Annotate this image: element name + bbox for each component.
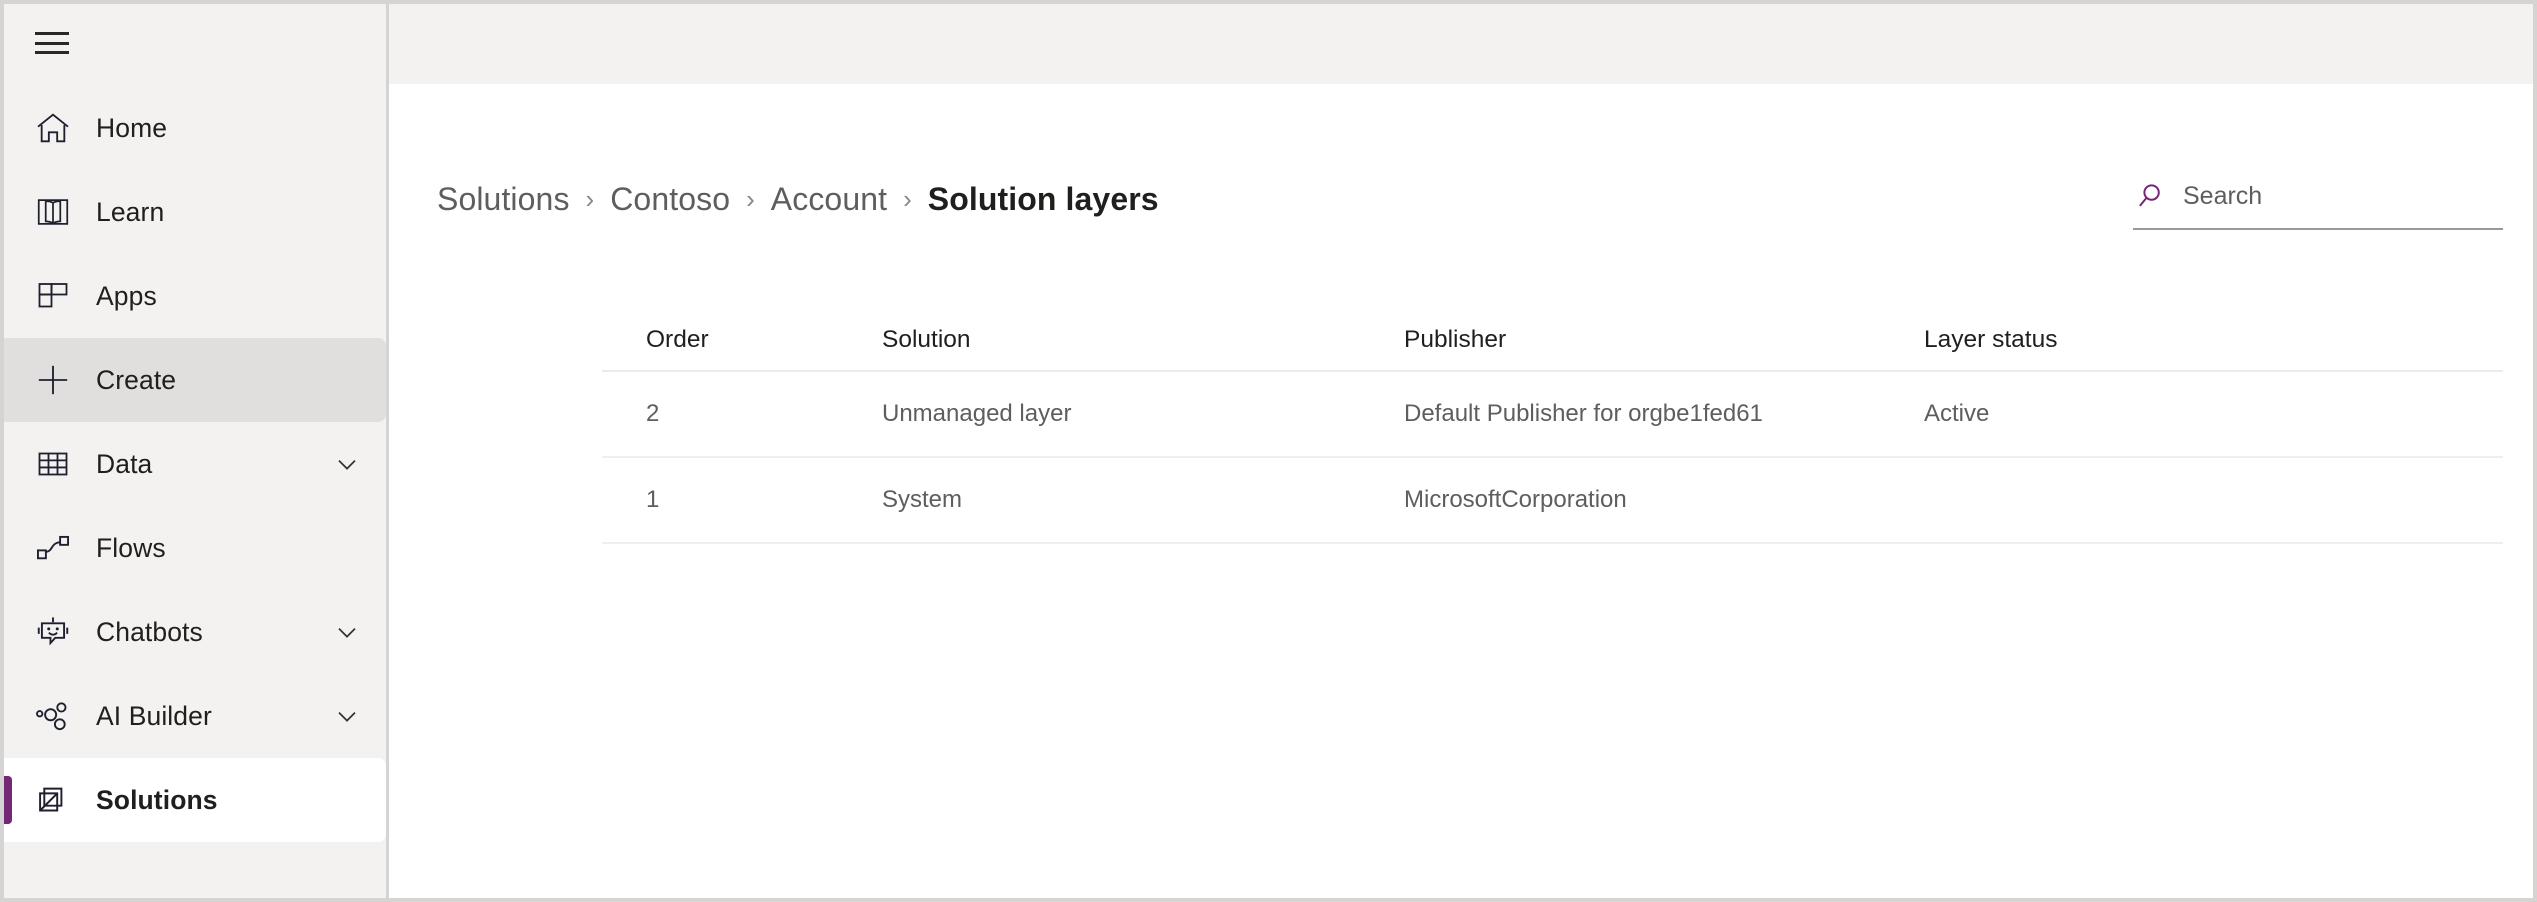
page-content: Solutions › Contoso › Account › Solution…: [389, 84, 2533, 898]
plus-icon: [32, 359, 74, 401]
sidebar-item-data[interactable]: Data: [4, 422, 386, 506]
app-window: Home Learn: [0, 0, 2537, 902]
column-header-layer-status[interactable]: Layer status: [1924, 326, 2503, 354]
table-row[interactable]: 2 Unmanaged layer Default Publisher for …: [602, 372, 2503, 458]
breadcrumb-separator-icon: ›: [746, 184, 755, 215]
chevron-down-icon[interactable]: [330, 447, 364, 481]
left-navigation-sidebar: Home Learn: [4, 4, 389, 898]
chevron-down-icon[interactable]: [330, 615, 364, 649]
hamburger-bar: [35, 42, 69, 45]
sidebar-item-create[interactable]: Create: [4, 338, 386, 422]
sidebar-item-apps[interactable]: Apps: [4, 254, 386, 338]
home-icon: [32, 107, 74, 149]
chevron-down-icon[interactable]: [330, 699, 364, 733]
book-icon: [32, 191, 74, 233]
solutions-icon: [32, 779, 74, 821]
command-row: Solutions › Contoso › Account › Solution…: [437, 164, 2503, 234]
cell-layer-status: Active: [1924, 400, 2503, 428]
ai-builder-icon: [32, 695, 74, 737]
robot-icon: [32, 611, 74, 653]
cell-order: 2: [602, 400, 882, 428]
cell-publisher: Default Publisher for orgbe1fed61: [1404, 400, 1924, 428]
sidebar-item-chatbots[interactable]: Chatbots: [4, 590, 386, 674]
breadcrumb-separator-icon: ›: [903, 184, 912, 215]
column-header-solution[interactable]: Solution: [882, 326, 1404, 354]
sidebar-item-label: Data: [96, 449, 152, 480]
breadcrumb-item-account[interactable]: Account: [771, 181, 887, 218]
cell-solution: Unmanaged layer: [882, 400, 1404, 428]
flow-icon: [32, 527, 74, 569]
main-area: Solutions › Contoso › Account › Solution…: [389, 4, 2533, 898]
top-command-strip: [389, 4, 2533, 84]
cell-solution: System: [882, 486, 1404, 514]
search-icon: [2133, 179, 2167, 213]
table-icon: [32, 443, 74, 485]
sidebar-item-solutions[interactable]: Solutions: [4, 758, 386, 842]
cell-publisher: MicrosoftCorporation: [1404, 486, 1924, 514]
hamburger-bar: [35, 32, 69, 35]
sidebar-item-label: Learn: [96, 197, 164, 228]
column-header-publisher[interactable]: Publisher: [1404, 326, 1924, 354]
sidebar-item-label: Solutions: [96, 785, 218, 816]
sidebar-item-flows[interactable]: Flows: [4, 506, 386, 590]
apps-grid-icon: [32, 275, 74, 317]
sidebar-item-ai-builder[interactable]: AI Builder: [4, 674, 386, 758]
sidebar-item-label: Chatbots: [96, 617, 203, 648]
sidebar-item-home[interactable]: Home: [4, 86, 386, 170]
breadcrumb-item-current: Solution layers: [928, 181, 1159, 218]
cell-order: 1: [602, 486, 882, 514]
hamburger-menu-icon: [35, 32, 69, 54]
breadcrumb-item-contoso[interactable]: Contoso: [610, 181, 730, 218]
sidebar-item-label: Apps: [96, 281, 157, 312]
sidebar-item-label: Flows: [96, 533, 166, 564]
search-input[interactable]: [2183, 182, 2503, 211]
sidebar-item-list: Home Learn: [4, 86, 386, 842]
table-header-row: Order Solution Publisher Layer status: [602, 310, 2503, 372]
hamburger-bar: [35, 51, 69, 54]
sidebar-item-label: AI Builder: [96, 701, 212, 732]
search-box[interactable]: [2133, 168, 2503, 230]
solution-layers-table: Order Solution Publisher Layer status 2 …: [602, 310, 2503, 544]
sidebar-item-learn[interactable]: Learn: [4, 170, 386, 254]
breadcrumb-separator-icon: ›: [586, 184, 595, 215]
table-row[interactable]: 1 System MicrosoftCorporation: [602, 458, 2503, 544]
breadcrumb: Solutions › Contoso › Account › Solution…: [437, 181, 1159, 218]
column-header-order[interactable]: Order: [602, 326, 882, 354]
sidebar-item-label: Home: [96, 113, 167, 144]
breadcrumb-item-solutions[interactable]: Solutions: [437, 181, 570, 218]
hamburger-menu-button[interactable]: [4, 4, 100, 82]
selected-indicator-bar: [4, 776, 12, 824]
sidebar-item-label: Create: [96, 365, 176, 396]
